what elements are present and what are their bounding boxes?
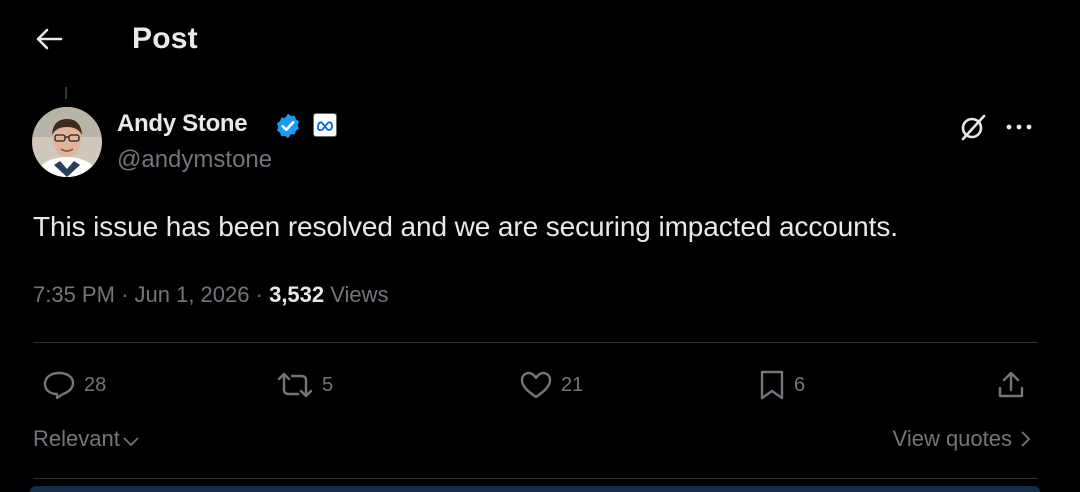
divider [33,478,1037,479]
meta-separator: · [255,282,270,307]
arrow-left-icon [36,28,63,50]
grok-icon [961,114,986,141]
meta-logo-icon[interactable] [313,113,337,137]
chevron-down-icon [123,437,139,447]
more-options-button[interactable] [1000,110,1038,144]
post-time[interactable]: 7:35 PM [33,282,115,307]
like-count: 21 [561,373,584,396]
page-title: Post [132,22,198,55]
share-icon [998,371,1024,398]
repost-button[interactable]: 5 [276,366,333,404]
share-button[interactable] [996,366,1026,404]
post-date[interactable]: Jun 1, 2026 [135,282,250,307]
reply-icon [43,371,75,400]
meta-separator: · [121,282,135,307]
author-handle[interactable]: @andymstone [117,146,272,174]
more-dots-icon [1006,124,1032,130]
back-button[interactable] [30,22,68,56]
view-quotes-link[interactable]: View quotes [893,426,1032,452]
verified-badge-icon[interactable] [274,112,302,140]
replies-sort-dropdown[interactable]: Relevant [33,426,140,452]
bookmark-button[interactable]: 6 [758,366,805,404]
heart-icon [520,371,552,399]
view-quotes-label: View quotes [892,426,1012,451]
views-label: Views [330,282,389,307]
author-name[interactable]: Andy Stone [117,110,248,138]
grok-button[interactable] [955,110,991,144]
divider [33,342,1037,343]
repost-icon [277,372,313,398]
reply-count: 28 [84,373,107,396]
avatar[interactable] [32,107,102,177]
sort-label: Relevant [33,426,120,451]
chevron-right-icon [1021,431,1031,447]
reply-button[interactable]: 28 [42,366,106,404]
views-count: 3,532 [269,282,325,307]
like-button[interactable]: 21 [519,366,583,404]
avatar-photo [32,107,102,177]
bookmark-count: 6 [794,373,806,396]
post-meta: 7:35 PM · Jun 1, 2026 · 3,532 Views [33,282,389,308]
post-text: This issue has been resolved and we are … [33,211,898,242]
thread-connector-line [65,87,67,99]
page-header: Post [0,0,1080,80]
reply-composer-edge [30,486,1040,492]
repost-count: 5 [322,373,334,396]
bookmark-icon [760,370,784,400]
